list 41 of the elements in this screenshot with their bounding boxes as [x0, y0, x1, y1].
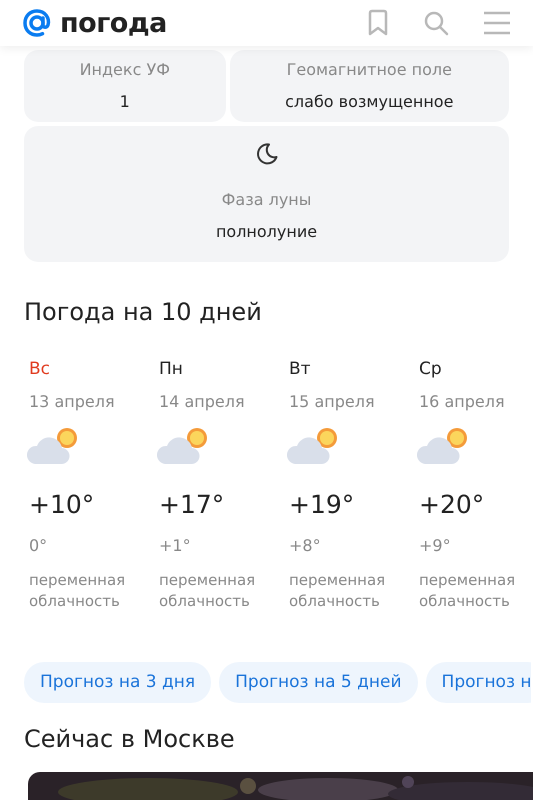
forecast-link[interactable]: Прогноз на 3 дня — [24, 662, 212, 704]
forecast-link[interactable]: Прогноз н — [426, 662, 531, 704]
day-temperature: +19° — [289, 489, 356, 522]
weather-condition: переменная облачность — [29, 570, 126, 612]
weekday: Вт — [289, 358, 312, 381]
weather-condition: переменная облачность — [289, 570, 386, 612]
section-title: Сейчас в Москве — [24, 725, 236, 754]
date: 14 апреля — [159, 391, 246, 414]
card-label: Геомагнитное поле — [286, 59, 453, 81]
at-sign-logo-icon — [22, 8, 52, 38]
weekday: Ср — [419, 358, 443, 381]
date: 15 апреля — [289, 391, 376, 414]
weekday: Вс — [29, 358, 52, 381]
bookmark-icon[interactable] — [367, 9, 389, 37]
partly-cloudy-icon — [155, 426, 209, 466]
weekday: Пн — [159, 358, 184, 381]
card-value: 1 — [118, 91, 131, 113]
search-icon[interactable] — [423, 10, 449, 36]
night-temperature: 0° — [29, 534, 48, 557]
day-temperature: +10° — [29, 489, 96, 522]
moon-icon — [254, 142, 278, 166]
menu-icon[interactable] — [483, 11, 511, 35]
partly-cloudy-icon — [415, 426, 469, 466]
weather-condition: переменная облачность — [159, 570, 256, 612]
card-label: Индекс УФ — [78, 59, 171, 81]
card-label: Фаза луны — [222, 189, 312, 211]
partly-cloudy-icon — [25, 426, 79, 466]
night-temperature: +1° — [159, 534, 192, 557]
night-temperature: +9° — [419, 534, 452, 557]
partly-cloudy-icon — [285, 426, 339, 466]
logo-text: погода — [60, 10, 167, 36]
night-temperature: +8° — [289, 534, 322, 557]
forecast-link[interactable]: Прогноз на 5 дней — [219, 662, 418, 704]
date: 16 апреля — [419, 391, 506, 414]
card-value: полнолуние — [216, 221, 318, 243]
day-temperature: +17° — [159, 489, 226, 522]
day-temperature: +20° — [419, 489, 486, 522]
card-value: слабо возмущенное — [284, 91, 454, 113]
weather-condition: переменная облачность — [419, 570, 516, 612]
date: 13 апреля — [29, 391, 116, 414]
section-title: Погода на 10 дней — [24, 298, 263, 327]
